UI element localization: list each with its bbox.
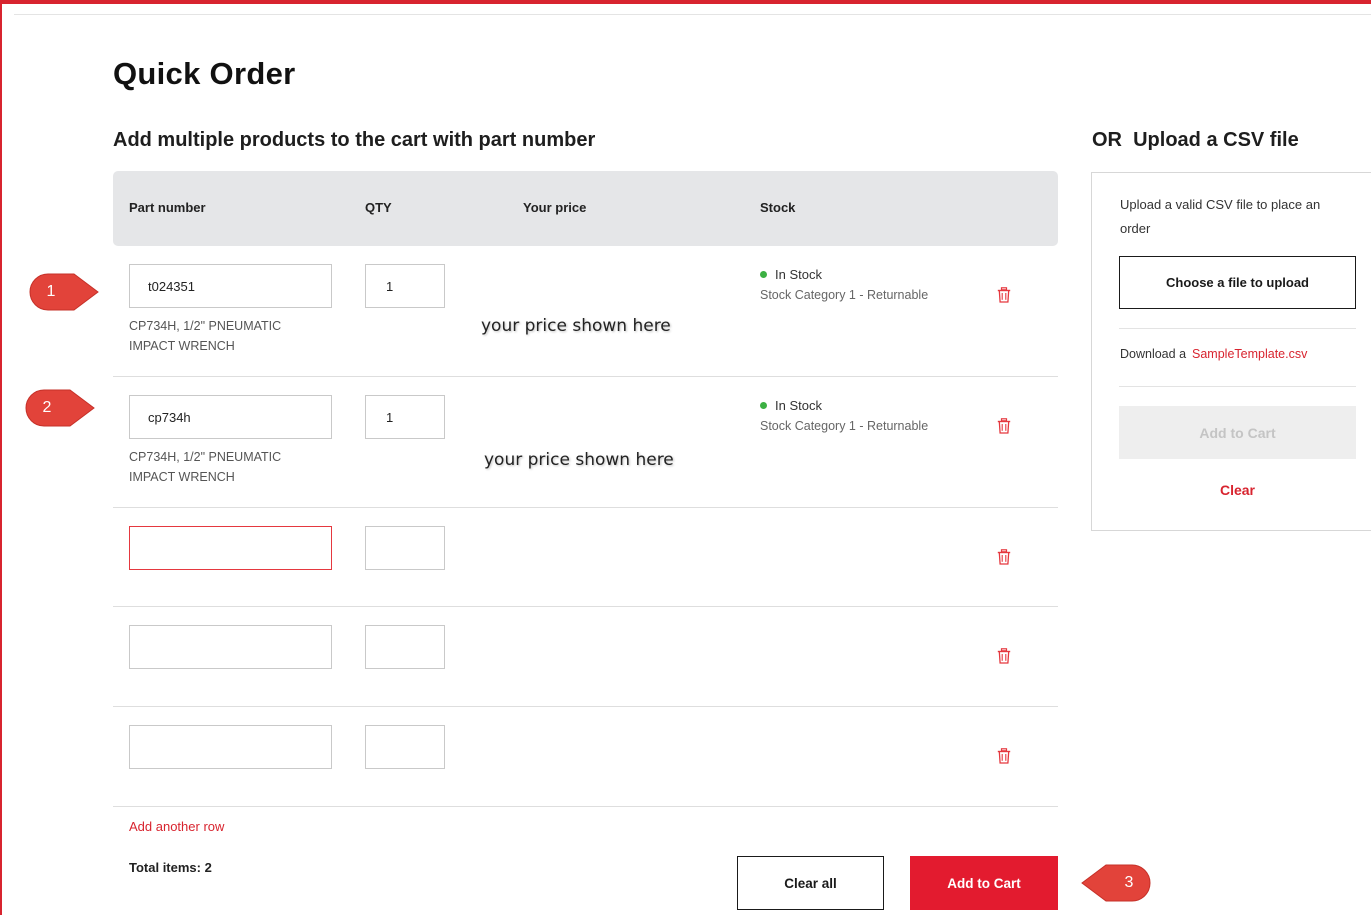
qty-input[interactable] — [365, 625, 445, 669]
add-another-row-link[interactable]: Add another row — [129, 819, 224, 834]
download-prefix: Download a — [1120, 347, 1187, 361]
header-stock: Stock — [760, 200, 796, 215]
part-number-input[interactable] — [129, 725, 332, 769]
stock-category: Stock Category 1 - Returnable — [760, 419, 929, 433]
callout-number: 3 — [1124, 874, 1134, 891]
sample-template-link[interactable]: SampleTemplate.csv — [1192, 347, 1307, 361]
upload-csv-panel: Upload a valid CSV file to place an orde… — [1091, 172, 1371, 531]
callout-badge-1: 1 — [28, 272, 99, 312]
product-description-line: CP734H, 1/2" PNEUMATIC — [129, 450, 282, 464]
upload-add-to-cart-button[interactable]: Add to Cart — [1119, 406, 1356, 459]
part-number-input[interactable] — [129, 625, 332, 669]
stock-status-label: In Stock — [775, 398, 822, 413]
callout-number: 1 — [46, 283, 56, 300]
page-frame-left — [0, 0, 2, 915]
callout-badge-2: 2 — [24, 388, 95, 428]
page-frame-top — [0, 0, 1371, 4]
product-description-line: CP734H, 1/2" PNEUMATIC — [129, 319, 282, 333]
price-annotation: your price shown here — [481, 316, 671, 336]
order-row-4 — [113, 607, 1058, 707]
upload-clear-link[interactable]: Clear — [1119, 482, 1356, 498]
in-stock-dot-icon — [760, 402, 767, 409]
download-template: Download a SampleTemplate.csv — [1120, 347, 1307, 361]
panel-divider — [1119, 386, 1356, 387]
part-number-input[interactable] — [129, 264, 332, 308]
total-items-label: Total items: — [129, 860, 201, 875]
clear-all-button[interactable]: Clear all — [737, 856, 884, 910]
qty-input[interactable] — [365, 526, 445, 570]
part-number-input[interactable] — [129, 395, 332, 439]
callout-badge-3: 3 — [1080, 863, 1151, 903]
trash-icon[interactable] — [997, 748, 1011, 764]
add-to-cart-button[interactable]: Add to Cart — [910, 856, 1058, 910]
table-header: Part number QTY Your price Stock — [113, 171, 1058, 246]
product-description: CP734H, 1/2" PNEUMATIC IMPACT WRENCH — [129, 316, 349, 356]
price-annotation: your price shown here — [484, 450, 674, 470]
order-row-3 — [113, 508, 1058, 607]
order-row-5 — [113, 707, 1058, 807]
choose-file-button[interactable]: Choose a file to upload — [1119, 256, 1356, 309]
total-items-count: 2 — [204, 860, 212, 875]
header-your-price: Your price — [523, 200, 587, 215]
total-items: Total items: 2 — [129, 860, 212, 875]
page-title: Quick Order — [113, 56, 296, 91]
callout-number: 2 — [42, 399, 52, 416]
product-description-line: IMPACT WRENCH — [129, 470, 235, 484]
header-part-number: Part number — [129, 200, 206, 215]
header-divider — [14, 14, 1371, 15]
upload-description: Upload a valid CSV file to place an orde… — [1120, 197, 1321, 236]
section-title: Add multiple products to the cart with p… — [113, 129, 596, 151]
trash-icon[interactable] — [997, 549, 1011, 565]
stock-status-label: In Stock — [775, 267, 822, 282]
trash-icon[interactable] — [997, 287, 1011, 303]
stock-category: Stock Category 1 - Returnable — [760, 288, 929, 302]
trash-icon[interactable] — [997, 418, 1011, 434]
panel-divider — [1119, 328, 1356, 329]
product-description: CP734H, 1/2" PNEUMATIC IMPACT WRENCH — [129, 447, 349, 487]
qty-input[interactable] — [365, 725, 445, 769]
order-row-1: CP734H, 1/2" PNEUMATIC IMPACT WRENCH you… — [113, 246, 1058, 377]
product-description-line: IMPACT WRENCH — [129, 339, 235, 353]
qty-input[interactable] — [365, 395, 445, 439]
trash-icon[interactable] — [997, 648, 1011, 664]
part-number-input[interactable] — [129, 526, 332, 570]
stock-status: In Stock — [760, 267, 822, 282]
header-qty: QTY — [365, 200, 392, 215]
order-row-2: CP734H, 1/2" PNEUMATIC IMPACT WRENCH you… — [113, 377, 1058, 508]
qty-input[interactable] — [365, 264, 445, 308]
in-stock-dot-icon — [760, 271, 767, 278]
stock-status: In Stock — [760, 398, 822, 413]
upload-csv-title: OR Upload a CSV file — [1092, 129, 1299, 151]
